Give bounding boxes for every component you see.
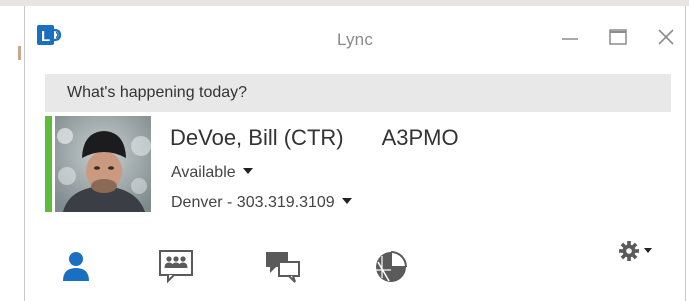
contacts-tab[interactable] [58,248,94,284]
minimize-button[interactable] [559,26,581,48]
chevron-down-icon [242,168,253,174]
contact-name-line: DeVoe, Bill (CTR) A3PMO [170,125,459,151]
presence-status-label: Available [171,164,236,181]
chevron-down-icon [341,198,352,204]
avatar-photo [55,116,151,212]
settings-menu-button[interactable] [617,238,659,264]
avatar[interactable] [55,116,151,212]
location-dropdown[interactable]: Denver - 303.319.3109 [171,194,352,212]
gear-icon [619,241,639,261]
presence-status-dropdown[interactable]: Available [171,164,253,182]
window-title: Lync [336,30,374,49]
contact-name: DeVoe, Bill (CTR) [170,125,344,150]
groups-tab[interactable] [158,248,194,284]
presence-indicator [45,116,52,212]
group-icon [159,250,193,284]
maximize-button[interactable] [607,26,629,48]
desktop-background-left [0,6,24,301]
chevron-down-icon [644,248,652,253]
conversations-tab[interactable] [265,248,301,284]
close-button[interactable] [655,26,677,48]
meetings-tab[interactable] [372,248,408,284]
background-artifact [18,46,21,60]
location-label: Denver - 303.319.3109 [171,194,335,211]
meetings-icon [376,251,407,282]
person-icon [63,252,89,281]
title-bar[interactable]: L Lync [25,6,685,64]
conversations-icon [266,252,300,283]
contact-department: A3PMO [381,125,459,150]
whats-happening-input[interactable]: What's happening today? [45,74,671,112]
lync-window: L Lync What's happening today? DeVoe, Bi… [24,6,686,301]
